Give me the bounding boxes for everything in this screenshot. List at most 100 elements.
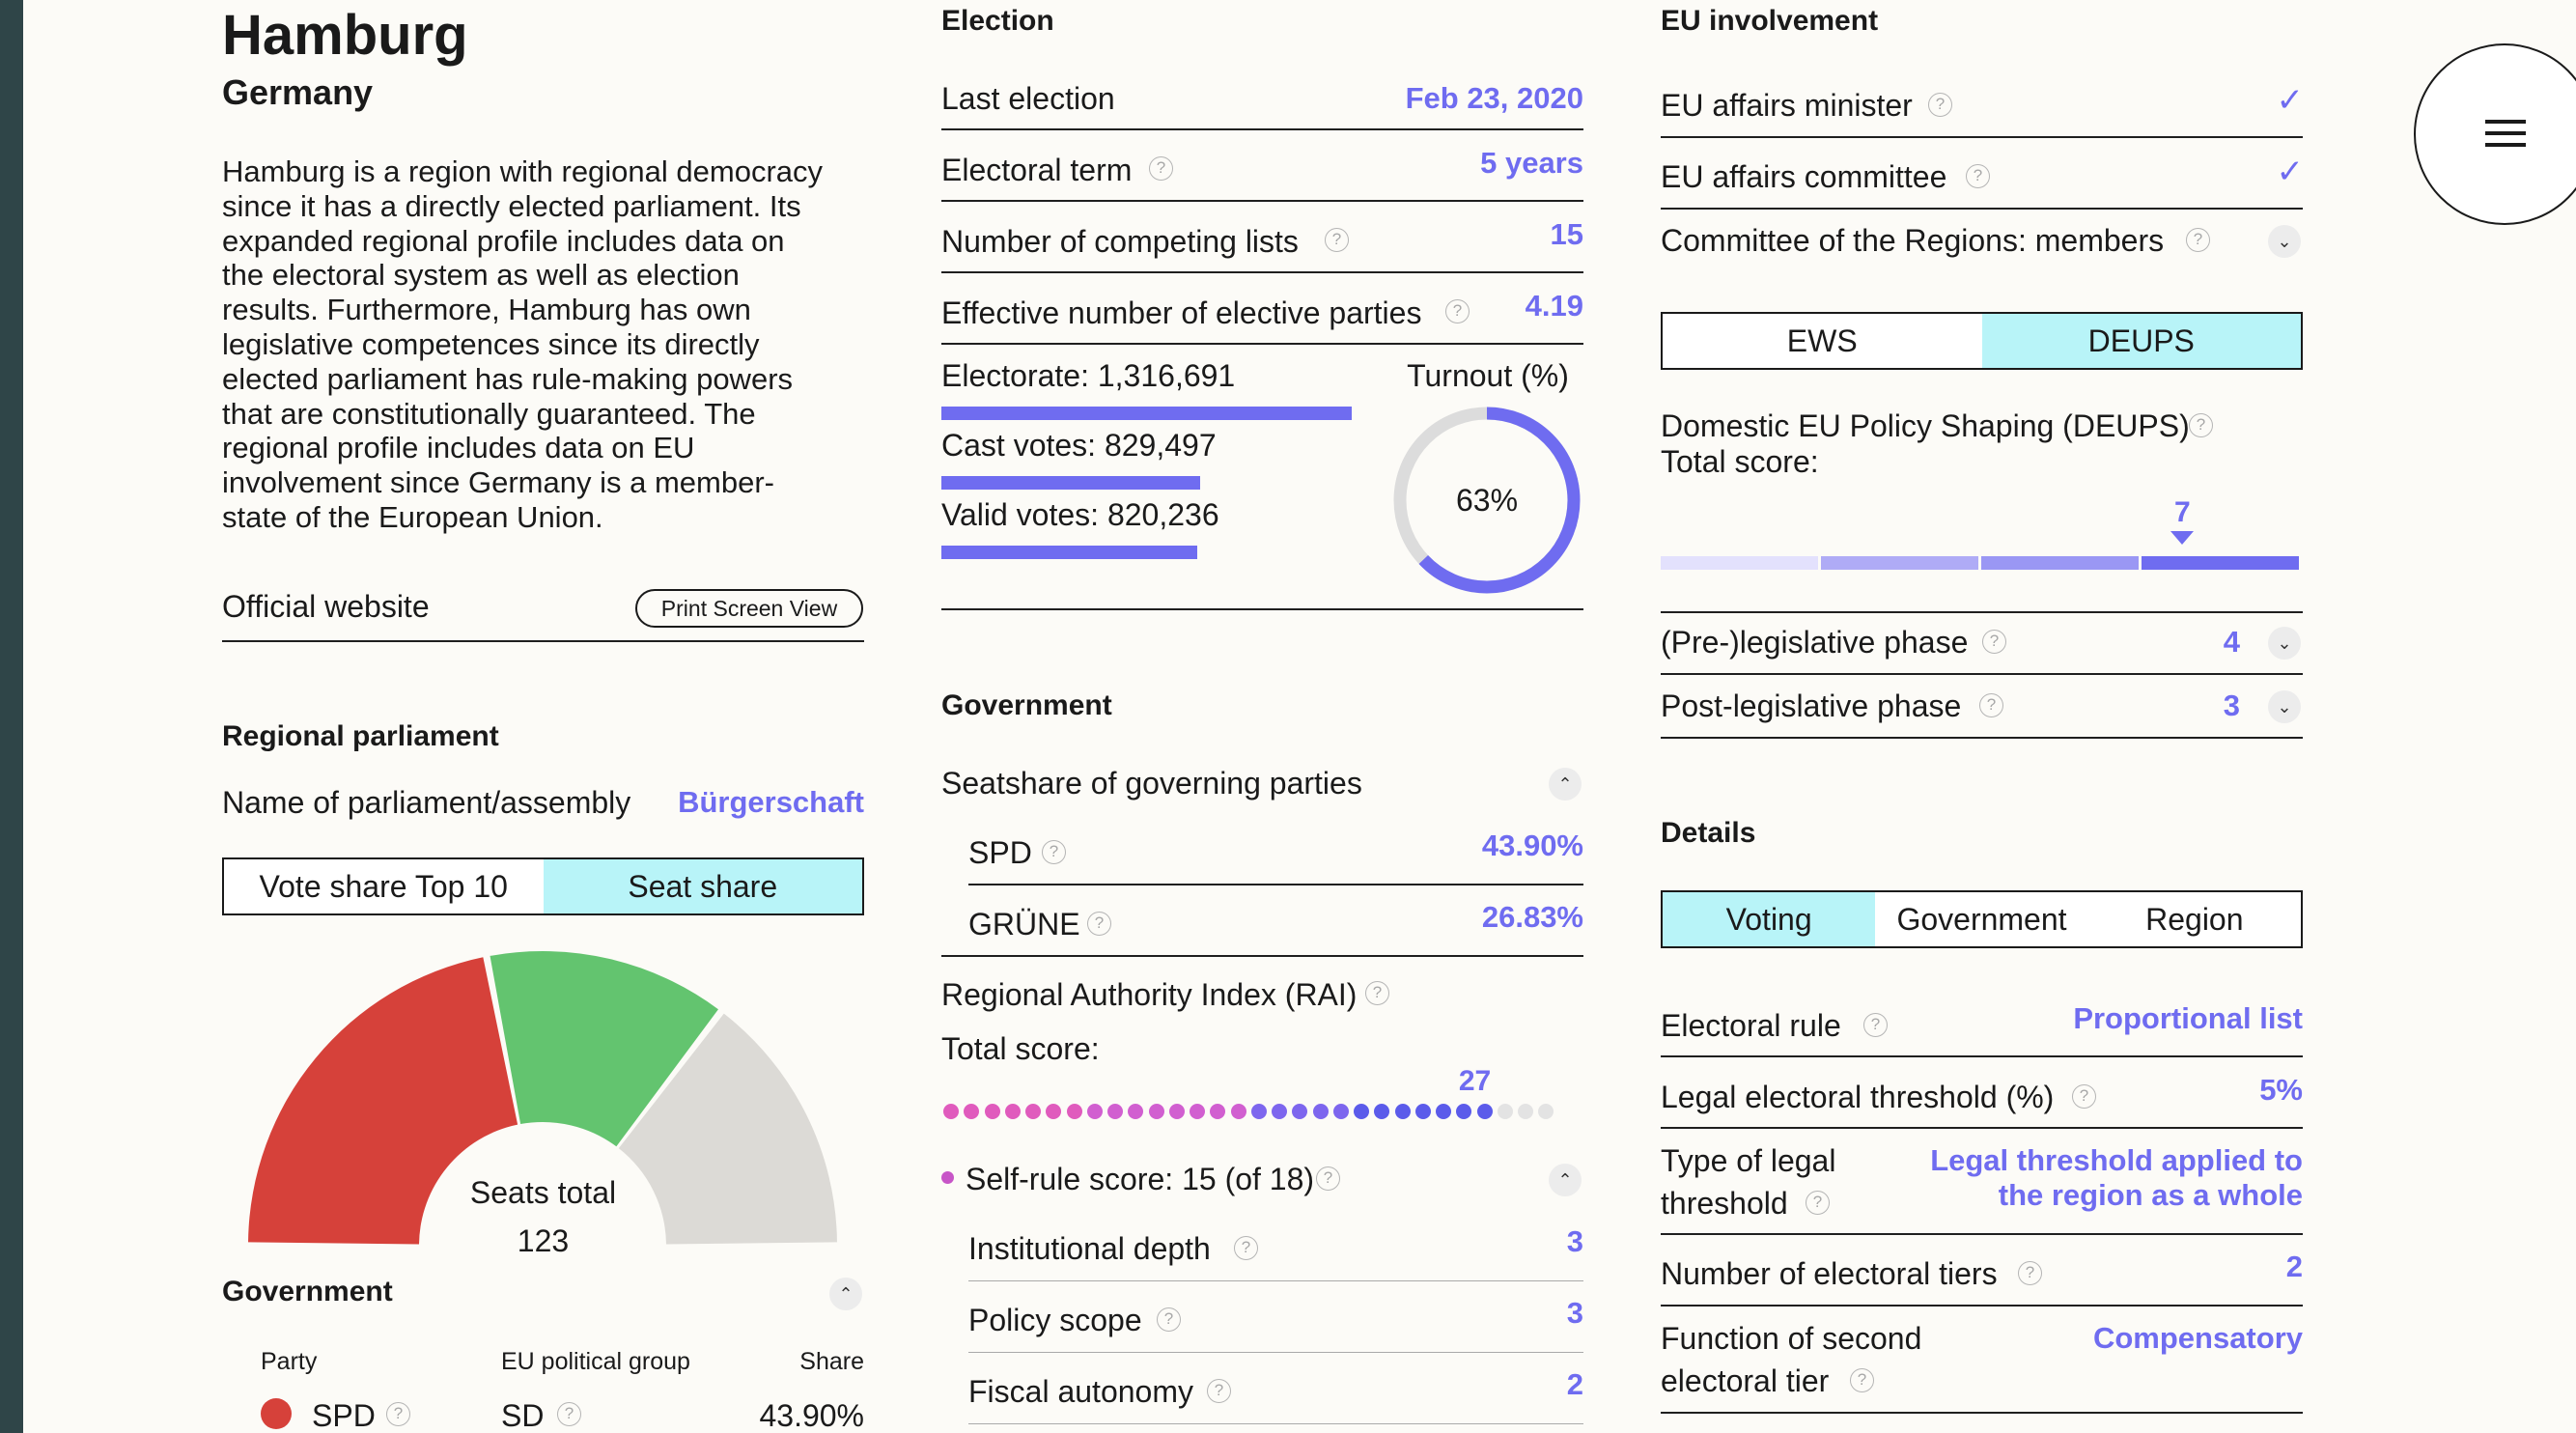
deups-scale-segment xyxy=(2142,556,2299,570)
help-icon[interactable]: ? xyxy=(1928,93,1952,117)
competing-lists-label: Number of competing lists xyxy=(941,224,1299,259)
divider xyxy=(941,608,1583,610)
help-icon[interactable]: ? xyxy=(1982,630,2006,654)
divider xyxy=(1661,208,2303,210)
divider xyxy=(1661,1233,2303,1235)
legal-threshold-value: 5% xyxy=(2259,1073,2303,1107)
rai-dot xyxy=(1456,1104,1472,1119)
last-election-label: Last election xyxy=(941,81,1115,116)
expand-chevron-icon[interactable]: ⌄ xyxy=(2268,627,2301,660)
election-heading: Election xyxy=(941,5,1054,37)
tab-voting[interactable]: Voting xyxy=(1663,892,1876,946)
help-icon[interactable]: ? xyxy=(1157,1307,1181,1332)
help-icon[interactable]: ? xyxy=(1979,693,2003,717)
fiscal-autonomy-label: Fiscal autonomy xyxy=(968,1374,1193,1409)
eu-tabs: EWS DEUPS xyxy=(1661,312,2303,370)
deups-score-value: 7 xyxy=(2173,496,2191,528)
divider xyxy=(968,884,1583,885)
divider xyxy=(1661,1305,2303,1307)
pre-legislative-value: 4 xyxy=(2223,625,2240,659)
tab-deups[interactable]: DEUPS xyxy=(1981,314,2301,368)
help-icon[interactable]: ? xyxy=(1042,840,1066,864)
description-line: since it has a directly elected parliame… xyxy=(222,188,801,223)
selfrule-legend-dot xyxy=(941,1171,954,1184)
help-icon[interactable]: ? xyxy=(1863,1013,1888,1037)
tab-ews[interactable]: EWS xyxy=(1663,314,1982,368)
help-icon[interactable]: ? xyxy=(557,1402,581,1426)
help-icon[interactable]: ? xyxy=(2018,1261,2042,1285)
description-line: Hamburg is a region with regional democr… xyxy=(222,155,824,188)
gov-party-grune: GRÜNE xyxy=(968,907,1080,941)
help-icon[interactable]: ? xyxy=(1806,1191,1830,1215)
rai-dot xyxy=(1518,1104,1533,1119)
collapse-chevron-icon[interactable]: ⌃ xyxy=(1549,768,1582,801)
rai-label: Regional Authority Index (RAI) xyxy=(941,977,1358,1012)
expand-chevron-icon[interactable]: ⌄ xyxy=(2268,225,2301,258)
rai-dot xyxy=(1538,1104,1554,1119)
eu-involvement-heading: EU involvement xyxy=(1661,5,1879,37)
help-icon[interactable]: ? xyxy=(1149,156,1173,181)
second-tier-label-1: Function of second xyxy=(1661,1321,1922,1356)
expand-chevron-icon[interactable]: ⌄ xyxy=(2268,690,2301,723)
description-line: the electoral system as well as election xyxy=(222,258,740,293)
help-icon[interactable]: ? xyxy=(1087,912,1111,936)
col-party-header: Party xyxy=(261,1348,318,1375)
cast-votes-bar xyxy=(941,476,1200,490)
help-icon[interactable]: ? xyxy=(2189,413,2213,437)
selfrule-label: Self-rule score: 15 (of 18) xyxy=(966,1162,1315,1196)
rai-dot xyxy=(1436,1104,1451,1119)
rai-dot xyxy=(1168,1104,1185,1119)
rai-dot xyxy=(1025,1104,1041,1119)
check-icon: ✓ xyxy=(2276,154,2305,190)
tab-seat-share[interactable]: Seat share xyxy=(543,859,862,913)
rai-dot xyxy=(1107,1104,1123,1119)
print-screen-button[interactable]: Print Screen View xyxy=(635,589,863,628)
help-icon[interactable]: ? xyxy=(1850,1368,1874,1392)
help-icon[interactable]: ? xyxy=(2072,1084,2096,1109)
official-website-link[interactable]: Official website xyxy=(222,591,430,622)
help-icon[interactable]: ? xyxy=(2186,228,2210,252)
details-tabs: Voting Government Region xyxy=(1661,890,2303,948)
help-icon[interactable]: ? xyxy=(1966,164,1990,188)
description-line: involvement since Germany is a member- xyxy=(222,465,774,500)
check-icon: ✓ xyxy=(2276,82,2305,119)
help-icon[interactable]: ? xyxy=(1234,1236,1258,1260)
valid-votes-label: Valid votes: 820,236 xyxy=(941,497,1219,532)
description-line: regional profile includes data on EU xyxy=(222,431,695,465)
gov-party-grune-share: 26.83% xyxy=(1481,900,1583,934)
hamburger-menu-icon xyxy=(2485,120,2526,124)
rai-dot xyxy=(1004,1104,1021,1119)
post-legislative-value: 3 xyxy=(2223,688,2240,722)
description-line: legislative competences since its direct… xyxy=(222,326,760,361)
collapse-chevron-icon[interactable]: ⌃ xyxy=(1549,1164,1582,1196)
fiscal-autonomy-value: 2 xyxy=(1566,1367,1583,1401)
divider xyxy=(941,955,1583,957)
rai-dot xyxy=(1292,1104,1308,1119)
post-legislative-label: Post-legislative phase xyxy=(1661,688,1962,723)
description-line: that are constitutionally guaranteed. Th… xyxy=(222,396,756,431)
seats-total-value: 123 xyxy=(517,1223,570,1258)
rai-dot xyxy=(1046,1104,1062,1119)
tab-region[interactable]: Region xyxy=(2087,892,2301,946)
help-icon[interactable]: ? xyxy=(1316,1166,1340,1191)
second-tier-value: Compensatory xyxy=(2092,1321,2303,1355)
rai-dot xyxy=(1497,1104,1513,1119)
valid-votes-bar xyxy=(941,546,1197,559)
tab-government[interactable]: Government xyxy=(1875,892,2088,946)
menu-button[interactable] xyxy=(2414,43,2576,225)
threshold-type-value-1: Legal threshold applied to xyxy=(1930,1143,2303,1177)
electoral-rule-label: Electoral rule xyxy=(1661,1008,1841,1043)
help-icon[interactable]: ? xyxy=(1207,1379,1231,1403)
help-icon[interactable]: ? xyxy=(386,1402,410,1426)
description-line: expanded regional profile includes data … xyxy=(222,223,785,258)
help-icon[interactable]: ? xyxy=(1325,228,1349,252)
tab-vote-share[interactable]: Vote share Top 10 xyxy=(224,859,544,913)
help-icon[interactable]: ? xyxy=(1365,981,1389,1005)
rai-dot xyxy=(1210,1104,1226,1119)
rai-dot xyxy=(984,1104,1000,1119)
divider xyxy=(968,1423,1583,1424)
deups-scale-segment xyxy=(1981,556,2139,570)
divider xyxy=(222,640,864,642)
rai-total-label: Total score: xyxy=(941,1031,1100,1066)
collapse-chevron-icon[interactable]: ⌃ xyxy=(829,1278,862,1310)
